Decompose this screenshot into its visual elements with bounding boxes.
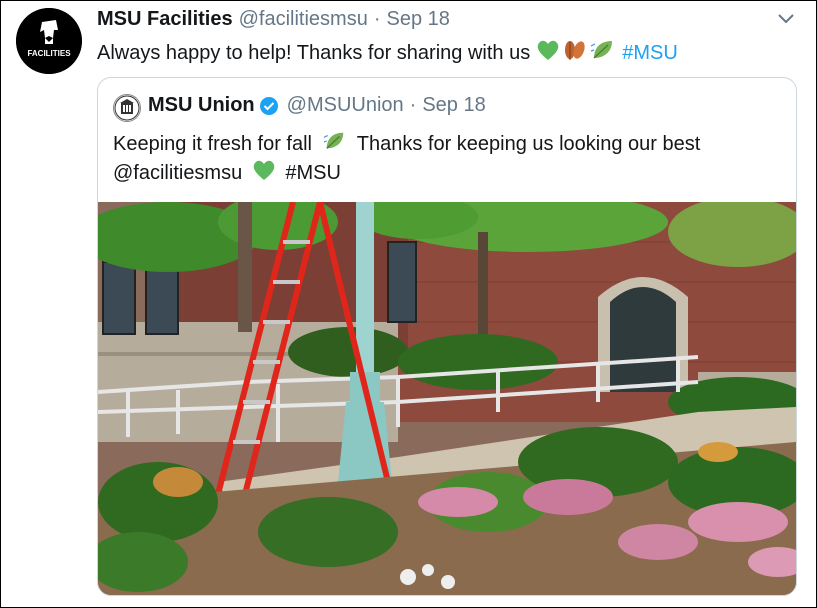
quoted-hashtag[interactable]: #MSU [285,162,341,184]
facilities-avatar[interactable]: FACILITIES [16,8,82,74]
msu-union-avatar[interactable] [113,94,141,122]
green-heart-icon [252,159,276,188]
quoted-header: MSU Union @MSUUnion · Sep 18 [148,94,486,117]
author-handle[interactable]: @facilitiesmsu [239,8,368,31]
quoted-date[interactable]: Sep 18 [422,94,485,117]
leaf-fluttering-icon [322,130,348,159]
avatar-label: FACILITIES [27,49,71,58]
green-heart-icon [536,39,560,67]
quoted-tweet[interactable]: MSU Union @MSUUnion · Sep 18 Keeping it … [97,77,797,596]
hashtag-link[interactable]: #MSU [622,42,678,65]
quoted-text-part1: Keeping it fresh for fall [113,132,312,155]
fallen-leaves-icon [562,38,588,68]
quoted-author-handle[interactable]: @MSUUnion [287,94,404,117]
photo-image [98,192,796,595]
author-name[interactable]: MSU Facilities [97,8,233,31]
quoted-photo[interactable] [98,192,796,595]
separator-dot: · [373,8,381,30]
leaf-fluttering-icon [590,38,616,68]
verified-badge-icon [259,96,279,116]
quoted-text: Keeping it fresh for fall Thanks for kee… [113,130,783,188]
chevron-down-icon[interactable] [776,8,796,28]
mention-link[interactable]: @facilitiesmsu [113,162,242,184]
quoted-author-name[interactable]: MSU Union [148,94,255,117]
quoted-text-part2: Thanks for keeping us looking our best [356,132,701,155]
tweet-body: Always happy to help! Thanks for sharing… [97,41,531,64]
tweet-text: Always happy to help! Thanks for sharing… [97,38,678,68]
tweet-date[interactable]: Sep 18 [387,8,450,31]
quoted-separator-dot: · [409,94,417,116]
tweet-header: MSU Facilities @facilitiesmsu · Sep 18 [97,8,450,34]
